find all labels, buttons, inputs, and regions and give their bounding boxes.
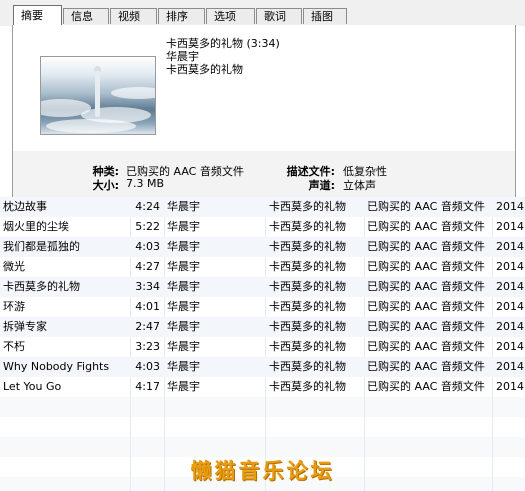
track-artist-cell: 华晨宇	[167, 260, 200, 273]
track-time: 5:22	[135, 220, 160, 233]
channels-value: 立体声	[343, 179, 376, 192]
track-kind: 已购买的 AAC 音频文件	[367, 220, 485, 233]
track-artist-cell: 华晨宇	[167, 280, 200, 293]
track-kind: 已购买的 AAC 音频文件	[367, 200, 485, 213]
track-name: 枕边故事	[3, 200, 47, 213]
album-artwork	[40, 56, 156, 135]
track-year: 2014	[496, 380, 524, 393]
table-row[interactable]: Let You Go 4:17 华晨宇 卡西莫多的礼物 已购买的 AAC 音频文…	[0, 377, 525, 397]
empty-row	[0, 417, 525, 437]
track-album-cell: 卡西莫多的礼物	[269, 300, 346, 313]
tab-video[interactable]: 视频	[110, 8, 157, 24]
track-artist-cell: 华晨宇	[167, 340, 200, 353]
track-year: 2014	[496, 200, 524, 213]
track-name: 卡西莫多的礼物	[3, 280, 80, 293]
track-kind: 已购买的 AAC 音频文件	[367, 340, 485, 353]
track-year: 2014	[496, 240, 524, 253]
track-artist-cell: 华晨宇	[167, 380, 200, 393]
track-kind: 已购买的 AAC 音频文件	[367, 260, 485, 273]
size-value: 7.3 MB	[126, 177, 165, 190]
track-album-cell: 卡西莫多的礼物	[269, 240, 346, 253]
track-name: 我们都是孤独的	[3, 240, 80, 253]
track-time: 4:03	[135, 360, 160, 373]
empty-row	[0, 437, 525, 457]
tab-options[interactable]: 选项	[206, 8, 255, 24]
channels-label: 声道:	[308, 179, 335, 192]
table-row[interactable]: 烟火里的尘埃 5:22 华晨宇 卡西莫多的礼物 已购买的 AAC 音频文件 20…	[0, 217, 525, 237]
track-name: 环游	[3, 300, 25, 313]
table-row[interactable]: 环游 4:01 华晨宇 卡西莫多的礼物 已购买的 AAC 音频文件 2014	[0, 297, 525, 317]
track-kind: 已购买的 AAC 音频文件	[367, 280, 485, 293]
table-row[interactable]: Why Nobody Fights 4:03 华晨宇 卡西莫多的礼物 已购买的 …	[0, 357, 525, 377]
table-row[interactable]: 我们都是孤独的 4:03 华晨宇 卡西莫多的礼物 已购买的 AAC 音频文件 2…	[0, 237, 525, 257]
track-title: 卡西莫多的礼物 (3:34)	[166, 37, 280, 50]
track-name: Let You Go	[3, 380, 62, 393]
track-time: 4:01	[135, 300, 160, 313]
track-album-cell: 卡西莫多的礼物	[269, 260, 346, 273]
table-row[interactable]: 微光 4:27 华晨宇 卡西莫多的礼物 已购买的 AAC 音频文件 2014	[0, 257, 525, 277]
tab-summary[interactable]: 摘要	[13, 5, 62, 26]
track-kind: 已购买的 AAC 音频文件	[367, 380, 485, 393]
track-kind: 已购买的 AAC 音频文件	[367, 300, 485, 313]
track-year: 2014	[496, 260, 524, 273]
empty-row	[0, 397, 525, 417]
track-time: 4:24	[135, 200, 160, 213]
track-album-cell: 卡西莫多的礼物	[269, 360, 346, 373]
track-year: 2014	[496, 360, 524, 373]
track-year: 2014	[496, 320, 524, 333]
track-time: 3:34	[135, 280, 160, 293]
forum-watermark: 懒猫音乐论坛	[190, 458, 335, 483]
tab-strip: 摘要 信息 视频 排序 选项 歌词 插图	[0, 0, 525, 26]
track-artist-cell: 华晨宇	[167, 240, 200, 253]
track-album-cell: 卡西莫多的礼物	[269, 340, 346, 353]
tab-info[interactable]: 信息	[63, 8, 109, 24]
tab-sort[interactable]: 排序	[158, 8, 205, 24]
track-time: 4:27	[135, 260, 160, 273]
table-row[interactable]: 拆弹专家 2:47 华晨宇 卡西莫多的礼物 已购买的 AAC 音频文件 2014	[0, 317, 525, 337]
track-album-cell: 卡西莫多的礼物	[269, 320, 346, 333]
track-album: 卡西莫多的礼物	[166, 63, 243, 76]
track-album-cell: 卡西莫多的礼物	[269, 280, 346, 293]
track-time: 2:47	[135, 320, 160, 333]
track-name: 烟火里的尘埃	[3, 220, 69, 233]
table-row[interactable]: 卡西莫多的礼物 3:34 华晨宇 卡西莫多的礼物 已购买的 AAC 音频文件 2…	[0, 277, 525, 297]
track-artist-cell: 华晨宇	[167, 300, 200, 313]
tab-lyrics[interactable]: 歌词	[256, 8, 302, 24]
track-name: Why Nobody Fights	[3, 360, 110, 373]
table-row[interactable]: 不朽 3:23 华晨宇 卡西莫多的礼物 已购买的 AAC 音频文件 2014	[0, 337, 525, 357]
track-album-cell: 卡西莫多的礼物	[269, 200, 346, 213]
track-album-cell: 卡西莫多的礼物	[269, 220, 346, 233]
track-year: 2014	[496, 280, 524, 293]
track-artist-cell: 华晨宇	[167, 320, 200, 333]
track-list: 枕边故事 4:24 华晨宇 卡西莫多的礼物 已购买的 AAC 音频文件 2014…	[0, 197, 525, 491]
track-album-cell: 卡西莫多的礼物	[269, 380, 346, 393]
summary-header: 卡西莫多的礼物 (3:34) 华晨宇 卡西莫多的礼物	[13, 25, 515, 151]
track-year: 2014	[496, 300, 524, 313]
track-time: 3:23	[135, 340, 160, 353]
summary-panel: 卡西莫多的礼物 (3:34) 华晨宇 卡西莫多的礼物 种类: 已购买的 AAC …	[12, 25, 516, 197]
track-artist-cell: 华晨宇	[167, 360, 200, 373]
track-name: 不朽	[3, 340, 25, 353]
track-year: 2014	[496, 220, 524, 233]
track-artist: 华晨宇	[166, 50, 199, 63]
track-kind: 已购买的 AAC 音频文件	[367, 240, 485, 253]
tab-artwork[interactable]: 插图	[303, 8, 347, 24]
track-kind: 已购买的 AAC 音频文件	[367, 320, 485, 333]
track-artist-cell: 华晨宇	[167, 200, 200, 213]
track-name: 拆弹专家	[3, 320, 47, 333]
track-name: 微光	[3, 260, 25, 273]
track-artist-cell: 华晨宇	[167, 220, 200, 233]
track-time: 4:17	[135, 380, 160, 393]
track-year: 2014	[496, 340, 524, 353]
track-time: 4:03	[135, 240, 160, 253]
size-label: 大小:	[92, 179, 119, 192]
table-row[interactable]: 枕边故事 4:24 华晨宇 卡西莫多的礼物 已购买的 AAC 音频文件 2014	[0, 197, 525, 217]
track-kind: 已购买的 AAC 音频文件	[367, 360, 485, 373]
